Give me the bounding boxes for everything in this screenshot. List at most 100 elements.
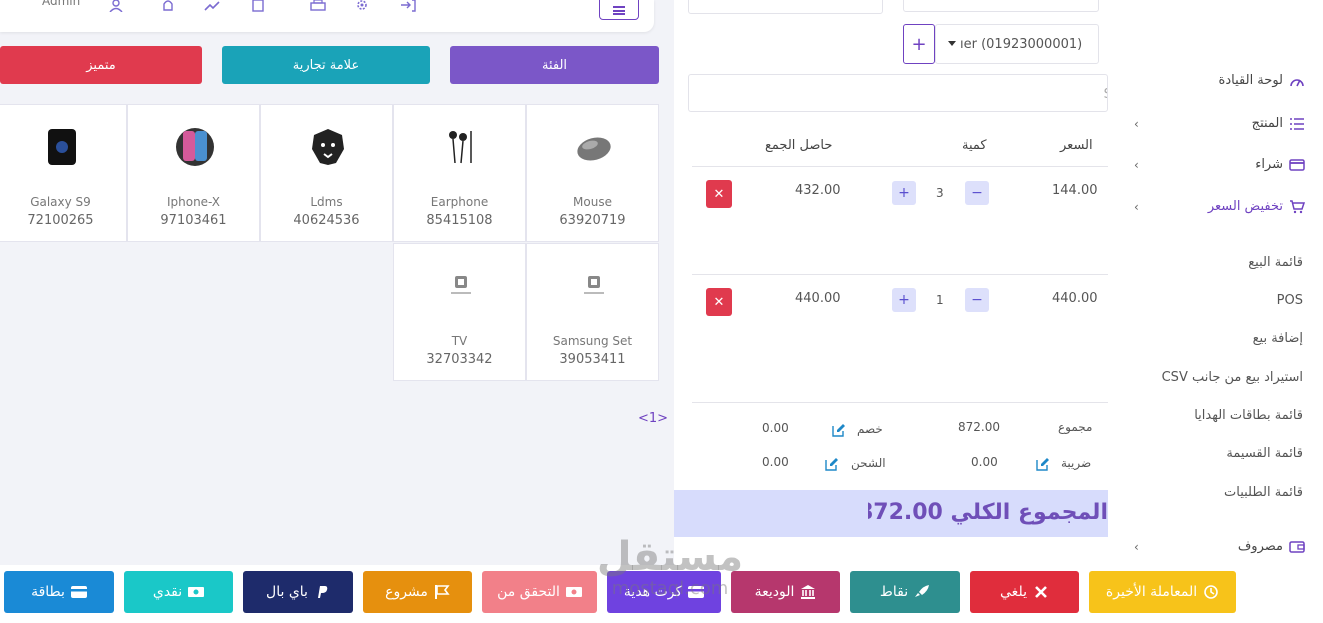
chevron-left-icon: ‹ xyxy=(1134,540,1139,554)
cart-row-qty[interactable]: 1 xyxy=(936,293,944,307)
edit-discount-icon[interactable] xyxy=(832,423,846,437)
phone-icon xyxy=(42,127,82,167)
qty-header: كمية xyxy=(962,138,987,153)
cash-payment-button[interactable]: نقدي xyxy=(124,571,233,613)
grand-total-bar: المجموع الكلي 872.00 xyxy=(674,490,1108,537)
product-card[interactable]: Mouse 63920719 xyxy=(526,104,659,242)
cheque-payment-button[interactable]: التحقق من xyxy=(482,571,597,613)
divider xyxy=(692,402,1108,403)
product-name: Samsung Set xyxy=(552,334,633,348)
biller-select[interactable] xyxy=(903,0,1099,12)
clipboard-icon[interactable] xyxy=(250,0,268,12)
warehouse-select[interactable] xyxy=(688,0,883,14)
delete-row-button[interactable]: ✕ xyxy=(706,180,732,208)
scan-input[interactable]: Sca xyxy=(688,74,1108,112)
product-card[interactable]: Galaxy S9 72100265 xyxy=(0,104,127,242)
product-card[interactable]: Samsung Set 39053411 xyxy=(526,243,659,381)
card-payment-label: بطاقة xyxy=(31,584,65,600)
card-payment-button[interactable]: بطاقة xyxy=(4,571,114,613)
paypal-icon xyxy=(314,585,330,599)
points-button[interactable]: نقاط xyxy=(850,571,960,613)
pagination[interactable]: <1> xyxy=(638,411,668,426)
draft-label: مشروع xyxy=(385,584,428,600)
bell-icon[interactable] xyxy=(160,0,178,12)
sidebar-subitem[interactable]: قائمة الطلبيات xyxy=(1224,485,1303,500)
cart-row-subtotal: 440.00 xyxy=(795,291,841,306)
qty-minus-button[interactable]: − xyxy=(965,288,989,312)
product-name: Mouse xyxy=(573,195,612,209)
sidebar-item-dashboard[interactable]: لوحة القيادة xyxy=(1219,73,1305,88)
product-card[interactable]: Iphone-X 97103461 xyxy=(127,104,260,242)
edit-tax-icon[interactable] xyxy=(1036,457,1050,471)
price-header: السعر xyxy=(1060,138,1093,153)
delete-row-button[interactable]: ✕ xyxy=(706,288,732,316)
menu-toggle-button[interactable] xyxy=(599,0,639,20)
product-card[interactable]: TV 32703342 xyxy=(393,243,526,381)
product-grid: Mouse 63920719 Earphone 85415108 Ldms 40… xyxy=(0,104,659,381)
category-filter-button[interactable]: الفئة xyxy=(450,46,659,84)
customer-select[interactable]: ıer (01923000001) xyxy=(935,24,1099,64)
qty-plus-button[interactable]: + xyxy=(892,181,916,205)
cart-row-qty[interactable]: 3 xyxy=(936,186,944,200)
edit-shipping-icon[interactable] xyxy=(825,457,839,471)
mouse-icon xyxy=(574,127,614,167)
shipping-label: الشحن xyxy=(851,456,886,470)
gift-card-button[interactable]: كرت هدية xyxy=(607,571,721,613)
recent-transaction-button[interactable]: المعاملة الأخيرة xyxy=(1089,571,1236,613)
sidebar-subitem[interactable]: قائمة القسيمة xyxy=(1226,446,1303,461)
sidebar-subitem[interactable]: استيراد بيع من جانب CSV xyxy=(1162,370,1303,385)
shipping-value: 0.00 xyxy=(762,455,789,469)
recent-transaction-label: المعاملة الأخيرة xyxy=(1105,584,1198,600)
sidebar-item-product[interactable]: المنتج xyxy=(1252,116,1305,131)
product-code: 85415108 xyxy=(426,213,493,228)
add-customer-label: + xyxy=(911,33,927,55)
customer-value: ıer (01923000001) xyxy=(960,37,1083,52)
user-icon[interactable] xyxy=(108,0,126,12)
sidebar-subitem[interactable]: قائمة بطاقات الهدايا xyxy=(1194,408,1303,423)
add-customer-button[interactable]: + xyxy=(903,24,935,64)
brand-filter-label: علامة تجارية xyxy=(292,57,360,73)
sidebar-item-sale[interactable]: تخفيض السعر xyxy=(1208,199,1305,214)
minus-icon: − xyxy=(971,185,983,201)
cart-row-price: 144.00 xyxy=(1052,183,1098,198)
admin-label: Admin xyxy=(42,0,81,8)
product-name: TV xyxy=(451,334,468,348)
top-header: Admin ˅ xyxy=(0,0,654,32)
product-code: 63920719 xyxy=(559,213,626,228)
hamburger-icon xyxy=(613,5,625,15)
tax-value: 0.00 xyxy=(971,455,998,469)
deposit-button[interactable]: الوديعة xyxy=(731,571,840,613)
deposit-label: الوديعة xyxy=(754,584,795,600)
close-icon: ✕ xyxy=(713,294,725,310)
printer-icon[interactable] xyxy=(310,0,328,12)
trend-icon[interactable] xyxy=(204,0,222,12)
featured-filter-button[interactable]: متميز xyxy=(0,46,202,84)
plus-icon: + xyxy=(898,185,910,201)
sidebar-subitem[interactable]: إضافة بيع xyxy=(1253,331,1303,346)
qty-plus-button[interactable]: + xyxy=(892,288,916,312)
chevron-left-icon: ‹ xyxy=(1134,117,1139,131)
chevron-left-icon: ‹ xyxy=(1134,200,1139,214)
product-card[interactable]: Earphone 85415108 xyxy=(393,104,526,242)
sidebar-subitem[interactable]: POS xyxy=(1277,293,1303,308)
sidebar-item-purchase[interactable]: شراء xyxy=(1255,157,1305,172)
product-code: 39053411 xyxy=(559,352,626,367)
signout-icon[interactable] xyxy=(400,0,418,12)
credit-card-icon xyxy=(1289,158,1305,172)
divider xyxy=(692,166,1108,167)
product-card[interactable]: Ldms 40624536 xyxy=(260,104,393,242)
brand-filter-button[interactable]: علامة تجارية xyxy=(222,46,430,84)
cash-icon xyxy=(188,585,205,599)
qty-minus-button[interactable]: − xyxy=(965,181,989,205)
gear-icon[interactable] xyxy=(354,0,372,12)
cheque-payment-label: التحقق من xyxy=(497,584,560,600)
paypal-payment-button[interactable]: باي بال xyxy=(243,571,353,613)
subtotal-header: حاصل الجمع xyxy=(765,138,833,153)
admin-menu[interactable]: Admin ˅ xyxy=(42,0,90,8)
draft-button[interactable]: مشروع xyxy=(363,571,472,613)
divider xyxy=(692,274,1108,275)
sidebar-item-expenses[interactable]: مصروف xyxy=(1238,539,1305,554)
cancel-button[interactable]: يلغي xyxy=(970,571,1079,613)
sidebar-item-label: شراء xyxy=(1255,157,1283,172)
sidebar-subitem[interactable]: قائمة البيع xyxy=(1248,255,1303,270)
